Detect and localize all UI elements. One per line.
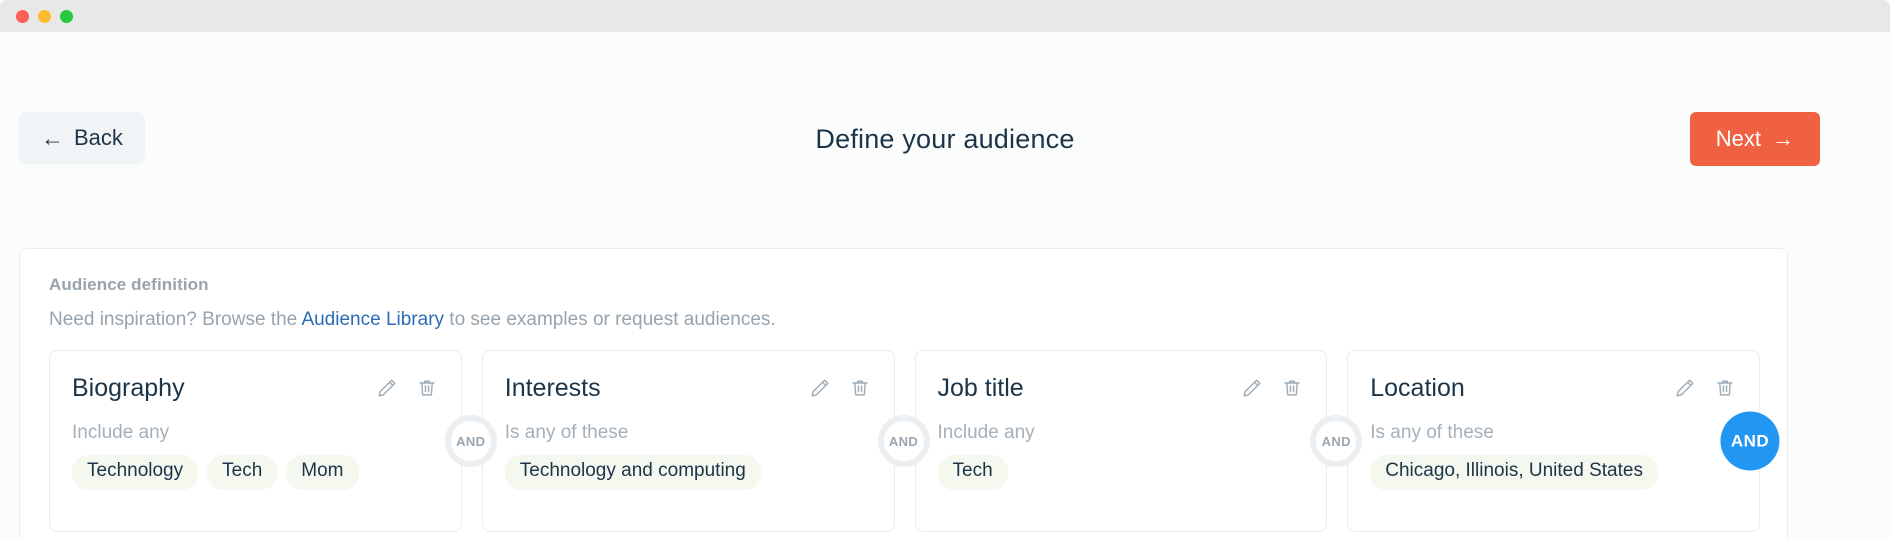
add-and-condition-button[interactable]: AND: [1720, 411, 1780, 471]
maximize-window-button[interactable]: [60, 9, 73, 23]
audience-card: Interests Is any of these Technology and …: [481, 350, 930, 532]
page-body: ← Back Define your audience Next → Audie…: [0, 32, 1890, 538]
card-title: Job title: [937, 373, 1024, 402]
pencil-icon[interactable]: [808, 376, 832, 400]
card-operator-label: Is any of these: [504, 422, 629, 443]
card-tag[interactable]: Mom: [286, 455, 359, 490]
and-connector[interactable]: AND: [1310, 415, 1363, 467]
panel-subtext: Need inspiration? Browse the Audience Li…: [49, 309, 776, 331]
pencil-icon[interactable]: [375, 376, 399, 400]
trash-icon[interactable]: [415, 376, 439, 400]
card-header: Location: [1370, 368, 1737, 408]
panel-subtext-suffix: to see examples or request audiences.: [444, 309, 776, 330]
window-title-bar: [0, 0, 1890, 32]
card-tag-list: Technology Tech Mom: [72, 455, 439, 490]
audience-library-link[interactable]: Audience Library: [301, 309, 444, 330]
audience-definition-panel: Audience definition Need inspiration? Br…: [19, 248, 1788, 538]
minimize-window-button[interactable]: [38, 9, 51, 23]
trash-icon[interactable]: [1280, 376, 1304, 400]
panel-heading: Audience definition: [49, 275, 209, 294]
card-tag-list: Tech: [937, 455, 1305, 490]
card-tag[interactable]: Tech: [207, 455, 278, 490]
audience-card: Job title Include any Tech AND: [914, 350, 1363, 532]
page-title: Define your audience: [815, 124, 1075, 154]
card-tag[interactable]: Technology: [72, 455, 199, 490]
next-button-label: Next: [1715, 126, 1761, 151]
card-tag-list: Chicago, Illinois, United States: [1370, 455, 1737, 490]
card-header: Biography: [72, 368, 439, 408]
card-actions: [1673, 376, 1737, 400]
card-operator-label: Is any of these: [1370, 422, 1494, 443]
close-window-button[interactable]: [16, 9, 29, 23]
pencil-icon[interactable]: [1673, 376, 1697, 400]
pencil-icon[interactable]: [1240, 376, 1264, 400]
next-button[interactable]: Next →: [1689, 112, 1820, 166]
card-header: Interests: [505, 368, 872, 408]
panel-subtext-prefix: Need inspiration? Browse the: [49, 309, 302, 330]
and-connector[interactable]: AND: [877, 415, 930, 467]
card-header: Job title: [938, 368, 1305, 408]
card-operator-label: Include any: [72, 422, 170, 443]
trash-icon[interactable]: [848, 376, 872, 400]
card-tag-list: Technology and computing: [504, 455, 872, 490]
card-title: Location: [1370, 373, 1465, 402]
and-connector[interactable]: AND: [444, 415, 497, 467]
audience-cards-list: Biography Include any Technology Tech Mom AN…: [49, 350, 1780, 532]
card-operator-label: Include any: [937, 422, 1035, 443]
arrow-right-icon: →: [1772, 126, 1794, 151]
card-tag[interactable]: Chicago, Illinois, United States: [1370, 455, 1658, 490]
card-actions: [375, 376, 439, 400]
audience-card: Biography Include any Technology Tech Mom AN…: [49, 350, 497, 532]
card-title: Biography: [72, 373, 185, 402]
card-actions: [808, 376, 872, 400]
card-title: Interests: [504, 373, 601, 402]
audience-card: Location Is any of these Chicago, Illinoi…: [1347, 350, 1780, 532]
page-header: ← Back Define your audience Next →: [0, 32, 1890, 166]
card-tag[interactable]: Tech: [937, 455, 1008, 490]
card-tag[interactable]: Technology and computing: [504, 455, 761, 490]
trash-icon[interactable]: [1713, 376, 1737, 400]
card-actions: [1240, 376, 1304, 400]
